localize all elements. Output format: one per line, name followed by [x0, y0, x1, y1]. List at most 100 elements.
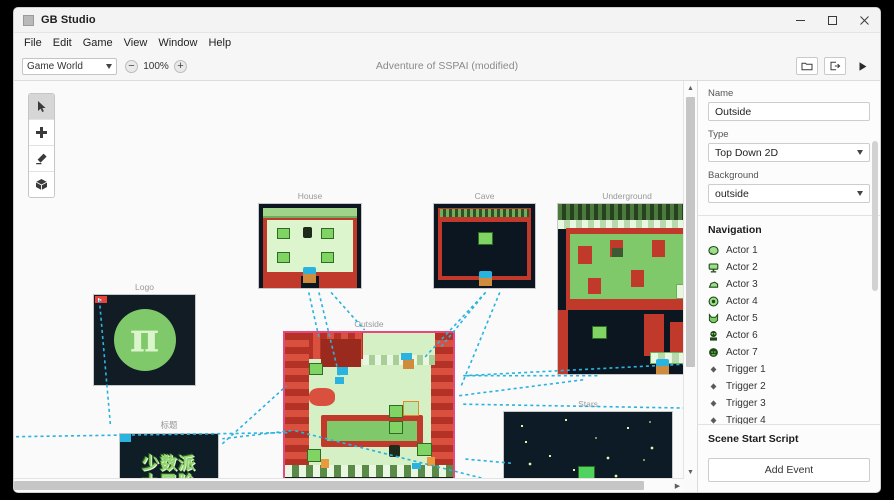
close-icon[interactable]: [848, 8, 880, 32]
nav-item-actor-5[interactable]: Actor 5: [698, 310, 880, 327]
actor-sprite-icon: [708, 263, 719, 273]
open-project-folder-button[interactable]: [796, 57, 818, 75]
chevron-down-icon: [106, 63, 112, 69]
canvas-vertical-scrollbar[interactable]: ▲ ▼: [683, 81, 697, 479]
nav-item-trigger-4[interactable]: Trigger 4: [698, 412, 880, 424]
sidebar-scrollbar[interactable]: [871, 81, 880, 492]
run-game-button[interactable]: [852, 57, 872, 75]
add-tool[interactable]: [29, 120, 54, 146]
scroll-right-icon[interactable]: ▶: [671, 479, 684, 492]
scene-name-value: Outside: [715, 105, 752, 118]
scene-background-value: outside: [715, 187, 749, 200]
add-event-button[interactable]: Add Event: [708, 458, 870, 482]
scene-name-input[interactable]: Outside: [708, 102, 870, 121]
export-project-button[interactable]: [824, 57, 846, 75]
world-scene-area[interactable]: Logo π 标题 少数派 大冒险 PRESS START: [14, 81, 697, 492]
scene-thumbnail[interactable]: [433, 203, 536, 289]
canvas-horizontal-scrollbar[interactable]: ▶: [14, 478, 684, 492]
navigation-heading: Navigation: [708, 224, 762, 236]
chevron-down-icon: [857, 191, 863, 196]
world-canvas[interactable]: Logo π 标题 少数派 大冒险 PRESS START: [14, 81, 697, 492]
scene-thumbnail[interactable]: [283, 331, 455, 489]
toolbar-actions: [796, 57, 872, 75]
name-label: Name: [708, 88, 734, 99]
nav-item-label: Trigger 3: [726, 398, 766, 409]
nav-item-trigger-2[interactable]: Trigger 2: [698, 378, 880, 395]
zoom-controls: − 100% +: [125, 59, 187, 73]
nav-item-label: Actor 7: [726, 347, 758, 358]
nav-item-trigger-1[interactable]: Trigger 1: [698, 361, 880, 378]
menu-window[interactable]: Window: [158, 35, 204, 51]
actor-sprite-icon: [708, 296, 719, 307]
horizontal-scroll-thumb[interactable]: [14, 481, 644, 490]
nav-item-actor-2[interactable]: Actor 2: [698, 259, 880, 276]
scene-label: Stars: [578, 399, 598, 409]
minimize-icon[interactable]: [784, 8, 816, 32]
nav-item-label: Actor 6: [726, 330, 758, 341]
scene-inspector-panel: Name Outside Type Top Down 2D Background…: [697, 81, 880, 492]
menu-game[interactable]: Game: [83, 35, 120, 51]
nav-item-actor-4[interactable]: Actor 4: [698, 293, 880, 310]
scene-type-select[interactable]: Top Down 2D: [708, 143, 870, 162]
background-label: Background: [708, 170, 759, 181]
world-select[interactable]: Game World: [22, 57, 117, 75]
nav-item-label: Actor 1: [726, 245, 758, 256]
nav-item-label: Actor 4: [726, 296, 758, 307]
scene-start-script-heading: Scene Start Script: [708, 433, 799, 445]
menu-bar: File Edit Game View Window Help: [14, 33, 880, 52]
scene-label: House: [297, 191, 323, 201]
sidebar-scroll-thumb[interactable]: [872, 141, 878, 291]
chevron-down-icon: [857, 150, 863, 155]
collisions-tool[interactable]: [29, 172, 54, 197]
scene-type-value: Top Down 2D: [715, 146, 779, 159]
main-toolbar: Adventure of SSPAI (modified) Game World…: [14, 52, 880, 81]
scene-underground[interactable]: Underground: [557, 191, 697, 375]
navigation-list: Actor 1 Actor 2 Actor 3 Actor 4 Actor 5 …: [698, 242, 880, 424]
type-label: Type: [708, 129, 729, 140]
tool-palette: [28, 93, 55, 198]
nav-item-label: Trigger 1: [726, 364, 766, 375]
trigger-diamond-icon: [710, 383, 717, 390]
scene-logo[interactable]: Logo π: [93, 282, 196, 386]
scene-background-select[interactable]: outside: [708, 184, 870, 203]
menu-help[interactable]: Help: [208, 35, 238, 51]
nav-item-actor-1[interactable]: Actor 1: [698, 242, 880, 259]
gb-studio-window: GB Studio File Edit Game View Window Hel…: [14, 8, 880, 492]
scroll-down-icon[interactable]: ▼: [684, 465, 697, 479]
actor-sprite-icon: [709, 348, 718, 357]
scene-label: Underground: [602, 191, 652, 201]
nav-item-actor-3[interactable]: Actor 3: [698, 276, 880, 293]
menu-file[interactable]: File: [24, 35, 49, 51]
scene-thumbnail[interactable]: [258, 203, 362, 289]
scene-label: Cave: [474, 191, 495, 201]
nav-item-actor-6[interactable]: Actor 6: [698, 327, 880, 344]
nav-item-label: Actor 2: [726, 262, 758, 273]
scene-house[interactable]: House: [258, 191, 362, 289]
eraser-tool[interactable]: [29, 146, 54, 172]
navigation-list-scroll[interactable]: Actor 1 Actor 2 Actor 3 Actor 4 Actor 5 …: [698, 242, 880, 424]
app-icon: [23, 14, 34, 26]
zoom-in-button[interactable]: +: [174, 59, 187, 73]
vertical-scroll-thumb[interactable]: [686, 97, 695, 367]
scene-label: Logo: [135, 282, 154, 292]
scene-properties-section: Name Outside Type Top Down 2D Background…: [698, 81, 880, 215]
scene-outside[interactable]: Outside: [283, 319, 455, 492]
nav-item-trigger-3[interactable]: Trigger 3: [698, 395, 880, 412]
title-bar: GB Studio: [14, 8, 880, 33]
menu-edit[interactable]: Edit: [53, 35, 79, 51]
maximize-icon[interactable]: [816, 8, 848, 32]
menu-view[interactable]: View: [124, 35, 155, 51]
actor-sprite-icon: [710, 331, 717, 341]
select-tool[interactable]: [29, 94, 54, 120]
workspace: Logo π 标题 少数派 大冒险 PRESS START: [14, 81, 880, 492]
logo-pi-glyph: π: [129, 314, 160, 362]
scene-thumbnail[interactable]: π: [93, 294, 196, 386]
scene-label: 标题: [160, 420, 178, 430]
scroll-up-icon[interactable]: ▲: [684, 81, 697, 95]
trigger-diamond-icon: [710, 366, 717, 373]
zoom-level-label: 100%: [143, 60, 169, 72]
nav-item-actor-7[interactable]: Actor 7: [698, 344, 880, 361]
scene-cave[interactable]: Cave: [433, 191, 536, 289]
scene-thumbnail[interactable]: [557, 203, 697, 375]
zoom-out-button[interactable]: −: [125, 59, 138, 73]
